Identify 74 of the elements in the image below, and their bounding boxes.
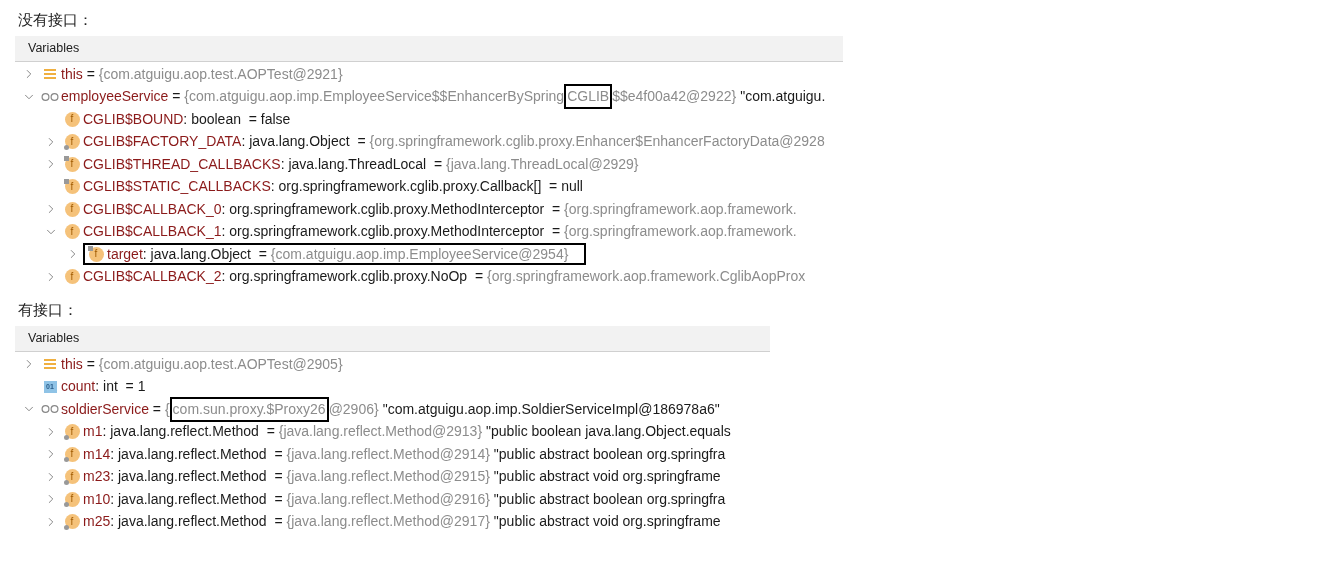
variable-description: "public abstract boolean org.springfra	[493, 444, 726, 464]
variable-value: $$e4f00a42@2922}	[612, 87, 737, 107]
variable-value: 1	[137, 377, 146, 397]
field-icon: f	[88, 246, 104, 263]
variable-type: : java.lang.Object =	[142, 244, 267, 264]
field-icon: f	[64, 268, 80, 285]
field-icon: f	[64, 446, 80, 463]
variable-value: {java.lang.reflect.Method@2917}	[286, 512, 490, 532]
variable-type: : java.lang.reflect.Method =	[110, 489, 283, 509]
variable-name: employeeService	[61, 87, 169, 107]
variable-type: =	[85, 64, 95, 84]
variable-type: : org.springframework.cglib.proxy.NoOp =	[221, 267, 484, 287]
variable-value: {org.springframework.cglib.proxy.Enhancer$EnhancerFactoryData@2928	[369, 132, 825, 152]
field-icon: f	[64, 491, 80, 508]
panel-title: Variables	[28, 40, 80, 58]
variable-description: "public abstract void org.springframe	[493, 512, 721, 532]
variable-name: this	[61, 354, 83, 374]
variable-value: {	[164, 399, 170, 419]
variable-value: com.sun.proxy.$Proxy26	[169, 396, 329, 422]
variable-name: CGLIB$STATIC_CALLBACKS	[83, 177, 271, 197]
variable-value: {java.lang.ThreadLocal@2929}	[446, 154, 639, 174]
field-icon: f	[64, 111, 80, 128]
variable-name: CGLIB$THREAD_CALLBACKS	[83, 154, 281, 174]
variable-value: {com.atguigu.aop.imp.EmployeeService$$EnhancerBySpring	[184, 87, 565, 107]
variable-value: {org.springframework.aop.framework.	[564, 222, 797, 242]
variable-name: target	[107, 244, 143, 264]
variable-type: : org.springframework.cglib.proxy.Callback[] =	[270, 177, 558, 197]
variable-description: "public abstract void org.springframe	[493, 467, 721, 487]
variable-type: : boolean =	[183, 109, 257, 129]
variable-value: {org.springframework.aop.framework.	[564, 199, 797, 219]
variable-name: CGLIB$CALLBACK_0	[83, 199, 222, 219]
field-icon: f	[64, 133, 80, 150]
field-icon: f	[64, 201, 80, 218]
variable-type: =	[85, 354, 95, 374]
panel-title: Variables	[28, 330, 80, 348]
field-icon: f	[64, 513, 80, 530]
variable-value: {java.lang.reflect.Method@2915}	[286, 467, 490, 487]
variable-value: {java.lang.reflect.Method@2916}	[286, 489, 490, 509]
variable-type: : java.lang.Object =	[241, 132, 366, 152]
variable-type: : org.springframework.cglib.proxy.MethodInterceptor =	[221, 199, 561, 219]
variable-type: : java.lang.reflect.Method =	[110, 512, 283, 532]
field-icon: f	[64, 223, 80, 240]
variable-name: CGLIB$CALLBACK_2	[83, 267, 222, 287]
variable-description: "com.atguigu.aop.imp.SoldierServiceImpl@186978a6"	[382, 399, 720, 419]
variable-description: "public boolean java.lang.Object.equals	[486, 422, 731, 442]
variable-description: "com.atguigu.	[740, 87, 826, 107]
variable-value: {java.lang.reflect.Method@2914}	[286, 444, 490, 464]
field-icon: f	[64, 423, 80, 440]
variable-type: : java.lang.ThreadLocal =	[280, 154, 443, 174]
variable-value: CGLIB	[564, 84, 613, 110]
variable-value: {java.lang.reflect.Method@2913}	[278, 422, 483, 442]
variable-type: : int =	[95, 377, 134, 397]
variable-value: null	[561, 177, 583, 197]
field-icon: f	[64, 468, 80, 485]
variable-value: false	[260, 109, 291, 129]
variable-type: : java.lang.reflect.Method =	[110, 467, 283, 487]
variable-description: "public abstract boolean org.springfra	[493, 489, 726, 509]
variable-type: =	[171, 87, 181, 107]
variable-type: : java.lang.reflect.Method =	[102, 422, 275, 442]
section-heading: 没有接口：	[18, 10, 93, 30]
variable-name: this	[61, 64, 83, 84]
variable-value: {com.atguigu.aop.imp.EmployeeService@2954}	[270, 244, 569, 264]
variable-type: =	[151, 399, 161, 419]
section-heading: 有接口：	[18, 300, 78, 320]
variable-value: @2906}	[328, 399, 379, 419]
variable-value: {com.atguigu.aop.test.AOPTest@2905}	[98, 354, 343, 374]
variable-value: {org.springframework.aop.framework.CglibAopProx	[487, 267, 806, 287]
field-icon: f	[64, 156, 80, 173]
variable-type: : org.springframework.cglib.proxy.MethodInterceptor =	[221, 222, 561, 242]
variable-value: {com.atguigu.aop.test.AOPTest@2921}	[98, 64, 343, 84]
field-icon: f	[64, 178, 80, 195]
variable-name: soldierService	[61, 399, 149, 419]
variable-name: CGLIB$CALLBACK_1	[83, 222, 222, 242]
variable-type: : java.lang.reflect.Method =	[110, 444, 283, 464]
